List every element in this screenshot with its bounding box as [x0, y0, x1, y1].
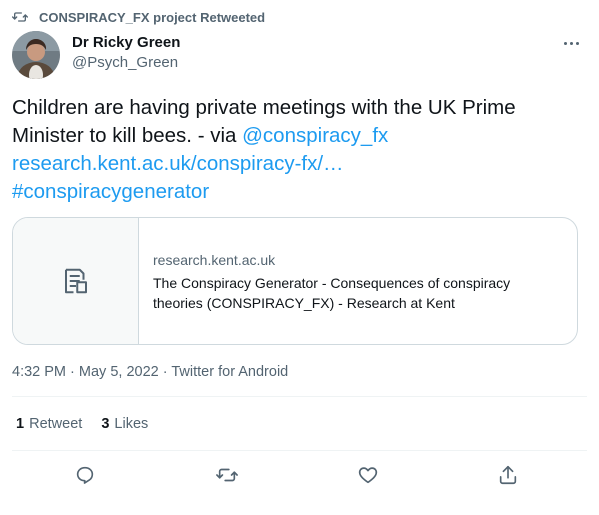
divider — [12, 396, 587, 397]
action-bar — [0, 457, 599, 493]
retweets-label: Retweet — [29, 416, 83, 432]
meta-separator: · — [162, 364, 168, 380]
retweets-count: 1 — [16, 416, 25, 432]
more-options-button[interactable] — [561, 36, 581, 50]
more-dot-icon — [563, 41, 567, 45]
tweet-source[interactable]: Twitter for Android — [171, 364, 288, 380]
author-handle[interactable]: @Psych_Green — [72, 53, 180, 73]
card-thumbnail — [13, 218, 139, 344]
tweet-meta: 4:32 PM · May 5, 2022 · Twitter for Andr… — [12, 362, 288, 382]
more-dot-icon — [569, 41, 573, 45]
author-block[interactable]: Dr Ricky Green @Psych_Green — [72, 33, 180, 73]
card-domain: research.kent.ac.uk — [153, 251, 276, 268]
retweet-banner-text: CONSPIRACY_FX project Retweeted — [39, 9, 266, 25]
hashtag-link[interactable]: #conspiracygenerator — [12, 180, 209, 203]
retweet-banner[interactable]: CONSPIRACY_FX project Retweeted — [12, 8, 265, 26]
reply-icon — [76, 466, 94, 484]
heart-icon — [358, 467, 378, 484]
url-link[interactable]: research.kent.ac.uk/conspiracy-fx/… — [12, 152, 344, 175]
like-button[interactable] — [356, 463, 380, 487]
meta-separator: · — [70, 364, 75, 380]
author-name[interactable]: Dr Ricky Green — [72, 33, 180, 53]
retweet-button[interactable] — [215, 463, 239, 487]
retweets-stat[interactable]: 1 Retweet — [16, 414, 82, 434]
tweet-text: Children are having private meetings wit… — [12, 94, 582, 206]
retweet-icon — [216, 468, 238, 482]
retweet-icon — [12, 12, 28, 22]
avatar-photo — [12, 31, 60, 79]
avatar[interactable] — [12, 31, 60, 79]
share-button[interactable] — [496, 463, 520, 487]
likes-stat[interactable]: 3 Likes — [101, 414, 148, 434]
link-preview-card[interactable]: research.kent.ac.uk The Conspiracy Gener… — [12, 217, 578, 345]
card-title: The Conspiracy Generator - Consequences … — [153, 274, 511, 311]
document-icon — [64, 268, 87, 294]
mention-link[interactable]: @conspiracy_fx — [242, 124, 388, 147]
tweet-time[interactable]: 4:32 PM — [12, 364, 66, 380]
likes-count: 3 — [101, 416, 110, 432]
reply-button[interactable] — [73, 463, 97, 487]
more-dot-icon — [575, 41, 579, 45]
tweet-stats: 1 Retweet 3 Likes — [16, 414, 167, 434]
card-body: research.kent.ac.uk The Conspiracy Gener… — [139, 218, 577, 344]
likes-label: Likes — [114, 416, 149, 432]
tweet-date[interactable]: May 5, 2022 — [79, 364, 159, 380]
divider — [12, 450, 587, 451]
share-icon — [499, 465, 517, 485]
